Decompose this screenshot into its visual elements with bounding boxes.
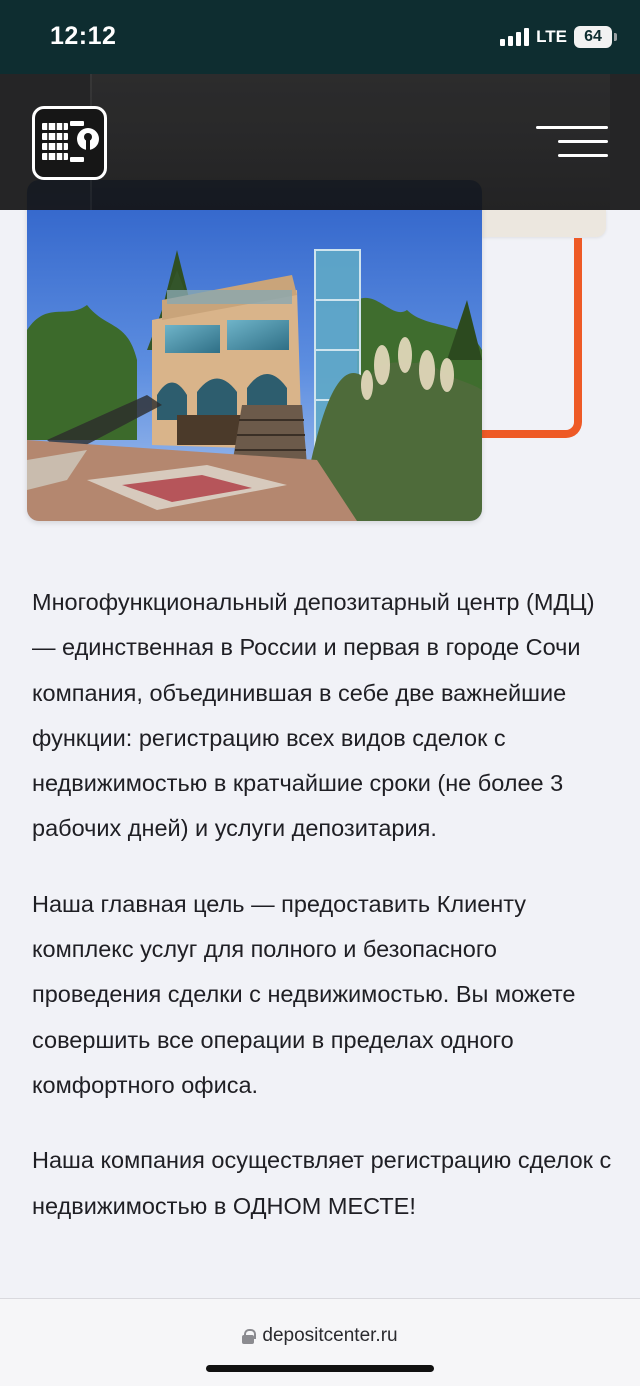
battery-level: 64 [584, 28, 602, 45]
building-illustration [27, 180, 482, 521]
network-label: LTE [536, 27, 567, 46]
upper-card-edge [480, 210, 606, 237]
signal-icon [500, 28, 530, 46]
orange-accent-line [470, 238, 582, 438]
hero-section [0, 180, 640, 540]
status-indicators: LTE 64 [500, 26, 617, 48]
paragraph-intro: Многофункциональный депозитарный центр (… [32, 589, 595, 842]
site-header [0, 74, 640, 210]
url-text[interactable]: depositcenter.ru [262, 1325, 397, 1347]
logo-icon [42, 121, 99, 162]
hamburger-menu-icon[interactable] [536, 126, 608, 162]
status-bar: 12:12 LTE 64 [0, 0, 640, 74]
building-photo [27, 180, 482, 521]
browser-address-bar[interactable]: depositcenter.ru [0, 1298, 640, 1386]
depositcenter-logo[interactable] [32, 106, 107, 180]
lock-icon [242, 1328, 257, 1344]
header-background [90, 74, 610, 210]
paragraph-one-place: Наша компания осуществляет регистрацию с… [32, 1147, 612, 1219]
paragraph-goal: Наша главная цель — предоставить Клиенту… [32, 890, 576, 1098]
url-display[interactable]: depositcenter.ru [0, 1325, 640, 1347]
status-time: 12:12 [50, 22, 117, 50]
home-indicator[interactable] [206, 1365, 434, 1372]
about-text: Многофункциональный депозитарный центр (… [32, 580, 622, 1259]
battery-icon: 64 [574, 26, 617, 48]
